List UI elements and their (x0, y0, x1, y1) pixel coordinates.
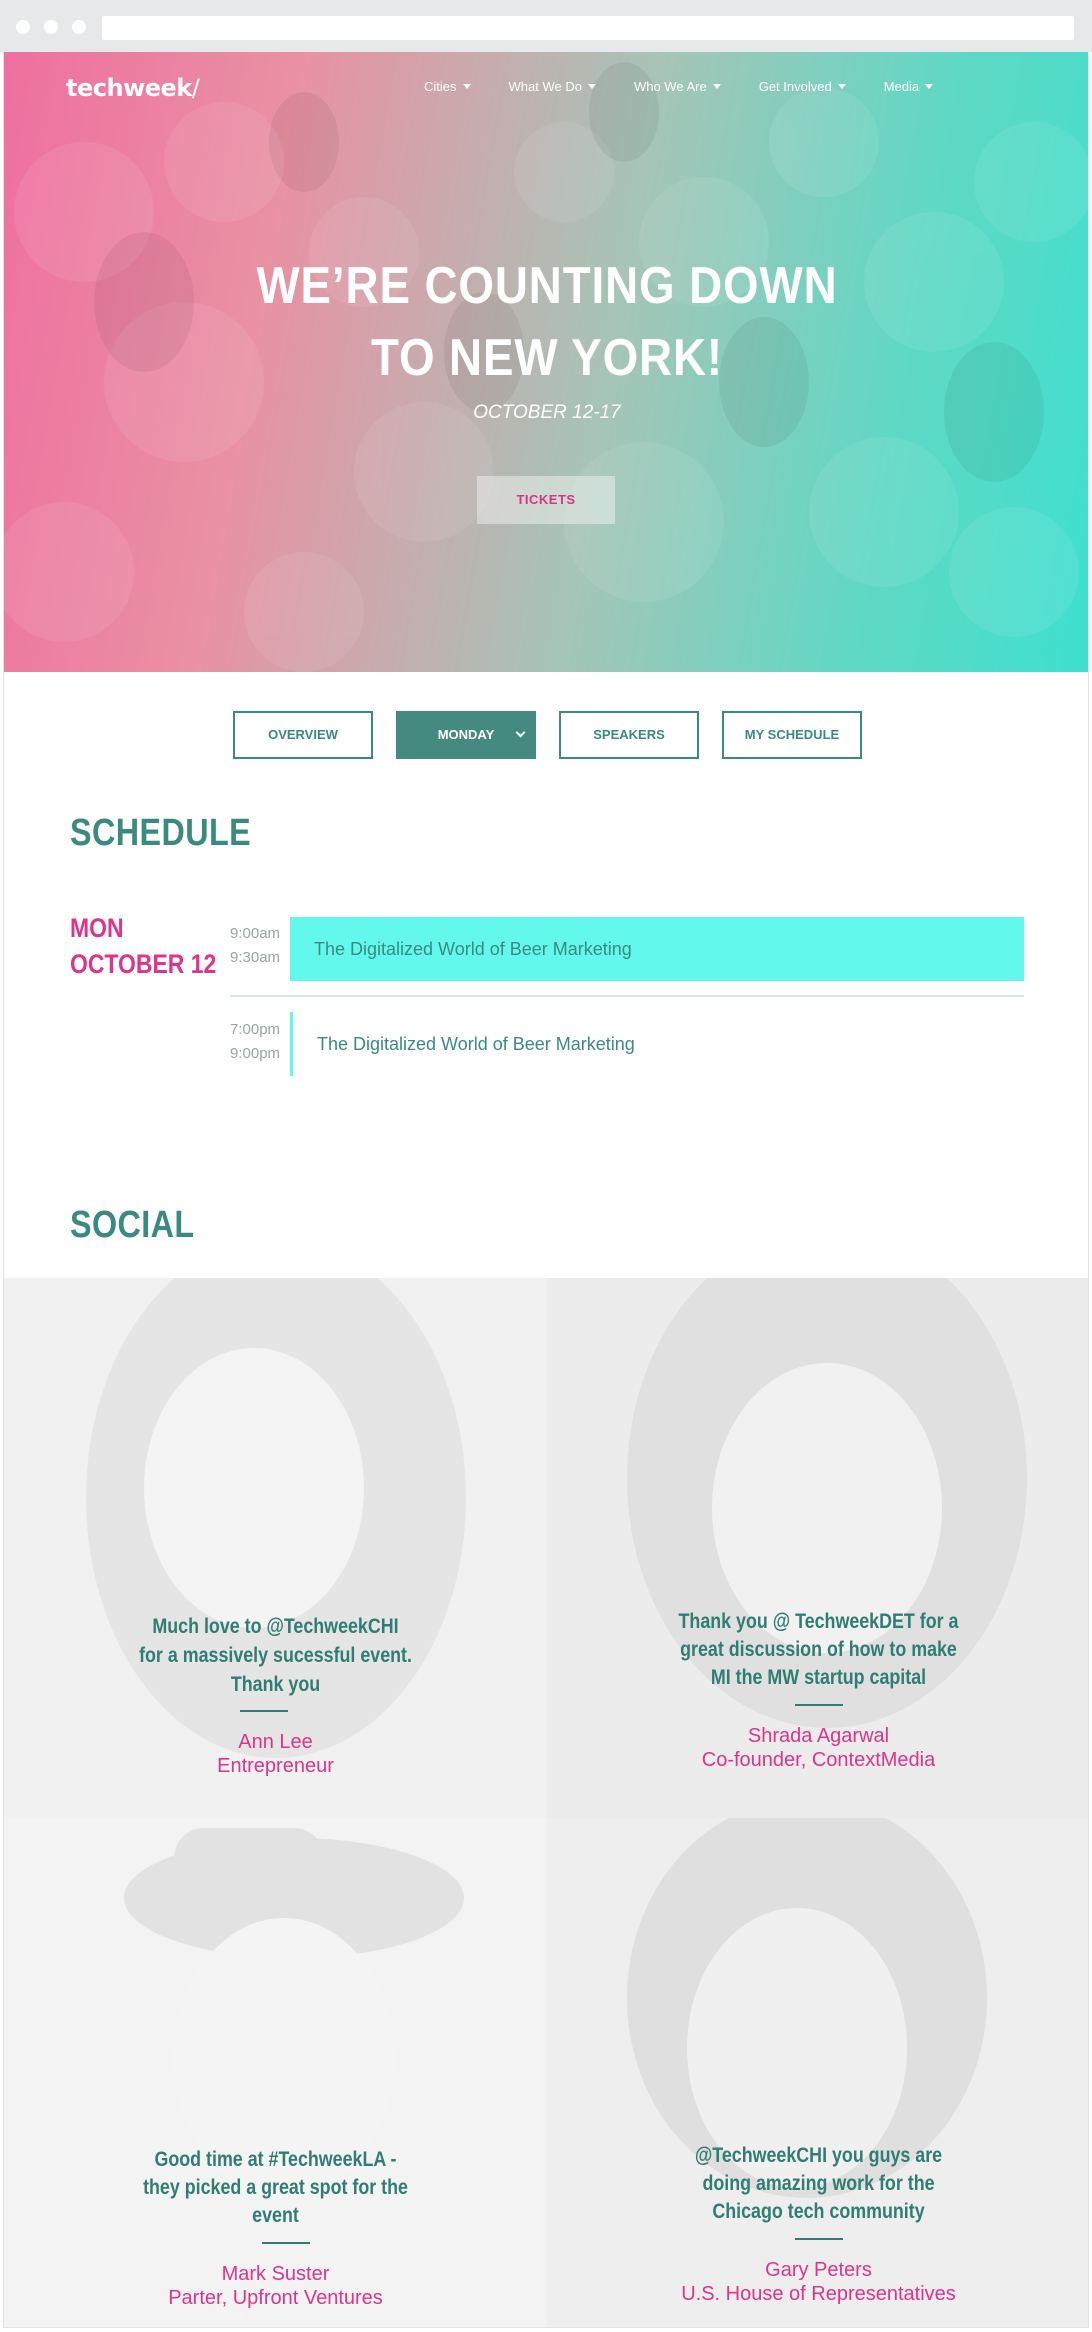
window-maximize-dot[interactable] (72, 20, 86, 34)
hero-title-line2: TO NEW YORK! (370, 329, 724, 387)
day-weekday: MON (70, 913, 124, 943)
page-frame: techweek/ Cities What We Do Who We Are G… (3, 52, 1089, 2328)
event-end-time: 9:30am (230, 949, 281, 966)
schedule-tabs: OVERVIEW MONDAY SPEAKERS MY SCHEDULE (233, 711, 885, 759)
portrait-image (547, 1818, 1088, 2327)
main-nav: Cities What We Do Who We Are Get Involve… (424, 79, 971, 94)
testimonial-quote-line3: event (252, 2204, 299, 2227)
testimonial-quote-line3: MI the MW startup capital (710, 1666, 927, 1689)
testimonial-role: Parter, Upfront Ventures (168, 2287, 383, 2309)
testimonial-quote-line1: Good time at #TechweekLA - (154, 2148, 397, 2171)
testimonial-quote-line2: for a massively sucessful event. (139, 1644, 412, 1667)
tab-monday-label: MONDAY (437, 727, 495, 742)
browser-toolbar (0, 0, 1092, 52)
window-minimize-dot[interactable] (44, 20, 58, 34)
testimonial-card: Good time at #TechweekLA - they picked a… (4, 1818, 547, 2327)
nav-item-what-we-do[interactable]: What We Do (509, 79, 596, 94)
testimonial-card: Much love to @TechweekCHI for a massivel… (4, 1278, 547, 1818)
window-close-dot[interactable] (16, 20, 30, 34)
testimonial-quote-line1: Thank you @ TechweekDET for a (678, 1610, 959, 1633)
nav-item-cities[interactable]: Cities (424, 79, 471, 94)
testimonial-divider (262, 2242, 310, 2244)
hero-banner: techweek/ Cities What We Do Who We Are G… (4, 52, 1088, 672)
testimonial-name: Mark Suster (221, 2263, 330, 2285)
testimonial-quote-line1: Much love to @TechweekCHI (152, 1615, 399, 1638)
testimonial-quote-line1: @TechweekCHI you guys are (694, 2144, 943, 2167)
schedule-event[interactable]: The Digitalized World of Beer Marketing (290, 1012, 1024, 1076)
hero-title-line1: WE’RE COUNTING DOWN (256, 257, 838, 315)
tickets-button[interactable]: TICKETS (477, 476, 615, 524)
day-label: MON OCTOBER 12 (70, 910, 216, 982)
tab-speakers[interactable]: SPEAKERS (559, 711, 699, 759)
testimonial-quote-line3: Thank you (230, 1673, 321, 1696)
event-end-time: 9:00pm (230, 1045, 281, 1062)
nav-item-who-we-are[interactable]: Who We Are (634, 79, 721, 94)
techweek-logo[interactable]: techweek/ (66, 74, 200, 102)
testimonial-name: Ann Lee (238, 1731, 313, 1753)
caret-down-icon (712, 84, 721, 89)
testimonial-role: Entrepreneur (217, 1755, 334, 1777)
nav-item-media[interactable]: Media (884, 79, 934, 94)
testimonial-card: @TechweekCHI you guys are doing amazing … (547, 1818, 1088, 2327)
schedule-divider (230, 995, 1024, 997)
testimonial-role: U.S. House of Representatives (681, 2283, 956, 2305)
nav-item-get-involved[interactable]: Get Involved (759, 79, 846, 94)
event-time: 9:00am 9:30am (230, 922, 280, 970)
testimonial-divider (795, 1704, 843, 1706)
event-start-time: 7:00pm (230, 1021, 281, 1038)
testimonial-quote-line2: great discussion of how to make (680, 1638, 957, 1661)
testimonial-name: Gary Peters (765, 2259, 872, 2281)
testimonial-quote-line2: they picked a great spot for the (143, 2176, 408, 2199)
social-heading: SOCIAL (70, 1204, 195, 1246)
hero-date: OCTOBER 12-17 (473, 402, 621, 423)
tab-my-schedule[interactable]: MY SCHEDULE (722, 711, 862, 759)
caret-down-icon (837, 84, 846, 89)
testimonial-name: Shrada Agarwal (747, 1725, 890, 1747)
testimonial-role: Co-founder, ContextMedia (701, 1749, 936, 1771)
schedule-event-highlighted[interactable]: The Digitalized World of Beer Marketing (290, 917, 1024, 981)
event-start-time: 9:00am (230, 925, 281, 942)
schedule-heading: SCHEDULE (70, 812, 252, 854)
testimonial-card: Thank you @ TechweekDET for a great disc… (547, 1278, 1088, 1818)
chevron-down-icon (515, 727, 526, 738)
caret-down-icon (587, 84, 596, 89)
caret-down-icon (462, 84, 471, 89)
social-testimonials-grid: Much love to @TechweekCHI for a massivel… (4, 1278, 1088, 2327)
testimonial-quote-line2: doing amazing work for the (702, 2172, 935, 2195)
testimonial-divider (795, 2238, 843, 2240)
address-bar[interactable] (102, 16, 1074, 40)
tab-monday-dropdown[interactable]: MONDAY (396, 711, 536, 759)
day-date: OCTOBER 12 (70, 949, 217, 979)
testimonial-divider (240, 1710, 288, 1712)
testimonial-quote-line3: Chicago tech community (712, 2200, 925, 2223)
event-time: 7:00pm 9:00pm (230, 1018, 280, 1066)
tab-overview[interactable]: OVERVIEW (233, 711, 373, 759)
portrait-image (4, 1818, 547, 2327)
caret-down-icon (925, 84, 934, 89)
